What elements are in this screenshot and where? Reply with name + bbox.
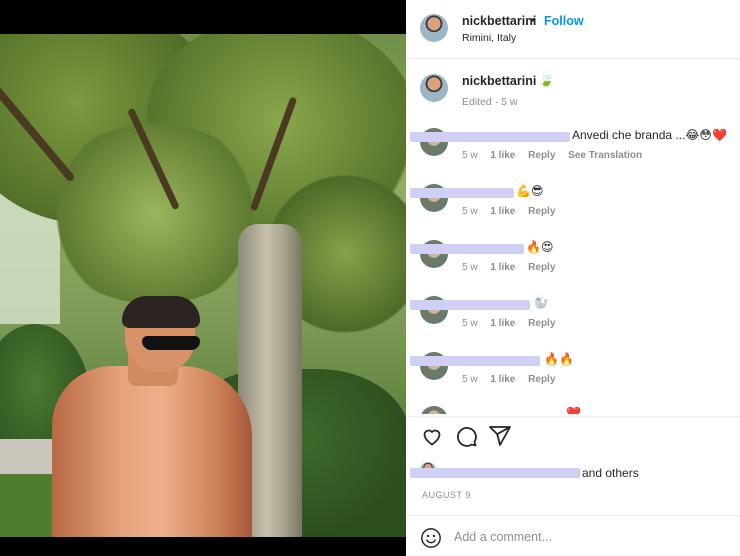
- redacted-username: [410, 244, 524, 254]
- comment-item: Anvedi che branda ...😂😳❤️ 5 w 1 like Rep…: [406, 128, 740, 184]
- post-side-panel: nickbettarini • Follow Rimini, Italy nic…: [406, 0, 740, 556]
- comment-likes[interactable]: 1 like: [490, 206, 515, 217]
- caption-text: 🍃: [538, 72, 555, 87]
- comment-time: 5 w: [462, 262, 478, 273]
- photo-person: [30, 296, 270, 537]
- comment-meta: 5 w 1 like Reply See Translation: [462, 150, 652, 161]
- comment-text: ❤️: [566, 406, 581, 414]
- comment-time: 5 w: [462, 206, 478, 217]
- post-location[interactable]: Rimini, Italy: [462, 32, 516, 44]
- redacted-username: [410, 188, 514, 198]
- comment-text: 🔥😍: [526, 240, 554, 254]
- comment-item: 🔥🔥 5 w 1 like Reply: [406, 352, 740, 408]
- post-actions: [406, 424, 740, 454]
- comment-meta: 5 w 1 like Reply: [462, 206, 565, 217]
- author-username[interactable]: nickbettarini: [462, 14, 536, 28]
- comment-item: ❤️: [406, 406, 740, 414]
- comment-time: 5 w: [462, 318, 478, 329]
- author-avatar[interactable]: [420, 14, 448, 42]
- post-media: [0, 0, 406, 556]
- likes-summary[interactable]: and others: [406, 460, 740, 480]
- redacted-likers: [410, 468, 580, 478]
- add-comment-bar: [406, 516, 740, 556]
- caption-username[interactable]: nickbettarini: [462, 74, 536, 88]
- redacted-username: [410, 132, 570, 142]
- likes-text[interactable]: and others: [582, 466, 639, 480]
- divider: [406, 416, 740, 417]
- comment-time: 5 w: [462, 150, 478, 161]
- reply-button[interactable]: Reply: [528, 318, 555, 329]
- post-date: AUGUST 9: [422, 490, 471, 500]
- comment-icon[interactable]: [454, 424, 478, 448]
- comment-text: Anvedi che branda ...😂😳❤️: [572, 128, 727, 142]
- comment-input[interactable]: [454, 526, 714, 548]
- comment-meta: 5 w 1 like Reply: [462, 262, 565, 273]
- comment-item: 🦭 5 w 1 like Reply: [406, 296, 740, 352]
- heart-icon[interactable]: [420, 424, 444, 448]
- comment-item: 🔥😍 5 w 1 like Reply: [406, 240, 740, 296]
- comment-likes[interactable]: 1 like: [490, 318, 515, 329]
- person-sunglasses: [142, 336, 200, 350]
- caption-meta: Edited · 5 w: [462, 96, 518, 108]
- photo-tree-canopy: [40, 124, 270, 304]
- caption-author-avatar[interactable]: [420, 74, 448, 102]
- reply-button[interactable]: Reply: [528, 150, 555, 161]
- see-translation-button[interactable]: See Translation: [568, 150, 642, 161]
- comment-likes[interactable]: 1 like: [490, 374, 515, 385]
- commenter-avatar[interactable]: [420, 406, 448, 414]
- post-header: nickbettarini • Follow Rimini, Italy: [406, 0, 740, 58]
- comments-list[interactable]: nickbettarini 🍃 Edited · 5 w Anvedi che …: [406, 58, 740, 414]
- instagram-post-view: nickbettarini • Follow Rimini, Italy nic…: [0, 0, 740, 556]
- follow-button[interactable]: Follow: [544, 14, 584, 28]
- comment-text: 🦭: [534, 296, 549, 310]
- reply-button[interactable]: Reply: [528, 206, 555, 217]
- comment-likes[interactable]: 1 like: [490, 262, 515, 273]
- person-hair: [122, 296, 200, 328]
- comment-meta: 5 w 1 like Reply: [462, 374, 565, 385]
- reply-button[interactable]: Reply: [528, 262, 555, 273]
- share-icon[interactable]: [488, 424, 512, 448]
- emoji-icon[interactable]: [420, 527, 442, 549]
- person-torso: [52, 366, 252, 537]
- post-photo[interactable]: [0, 34, 406, 537]
- comment-likes[interactable]: 1 like: [490, 150, 515, 161]
- comment-text: 💪😎: [516, 184, 544, 198]
- comment-time: 5 w: [462, 374, 478, 385]
- redacted-username: [410, 356, 540, 366]
- comment-item: 💪😎 5 w 1 like Reply: [406, 184, 740, 240]
- separator-dot: •: [531, 13, 536, 27]
- comment-meta: 5 w 1 like Reply: [462, 318, 565, 329]
- reply-button[interactable]: Reply: [528, 374, 555, 385]
- redacted-username: [410, 300, 530, 310]
- comment-text: 🔥🔥: [544, 352, 574, 366]
